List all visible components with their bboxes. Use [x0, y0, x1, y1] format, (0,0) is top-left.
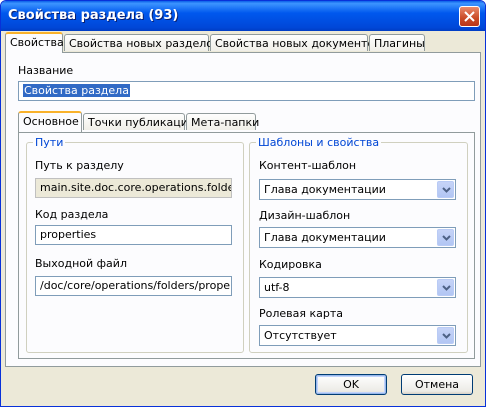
tab-properties[interactable]: Свойства: [5, 32, 64, 53]
design-template-select[interactable]: Глава документации: [259, 227, 456, 248]
chevron-down-icon: [442, 285, 451, 291]
tab-label: Свойства: [10, 36, 64, 49]
encoding-label: Кодировка: [259, 258, 322, 271]
name-field[interactable]: Свойства раздела: [18, 81, 475, 101]
subtab-publication-points[interactable]: Точки публикации: [83, 113, 195, 130]
cancel-button[interactable]: Отмена: [401, 374, 473, 395]
design-template-value: Глава документации: [264, 231, 386, 244]
ok-button[interactable]: OK: [315, 374, 387, 395]
dropdown-arrow-button[interactable]: [437, 229, 454, 246]
tab-label: Плагины: [374, 37, 425, 50]
title-bar[interactable]: Свойства раздела (93): [1, 1, 485, 31]
templates-legend: Шаблоны и свойства: [258, 136, 380, 149]
tab-label: Мета-папки: [191, 116, 260, 129]
role-map-label: Ролевая карта: [259, 307, 344, 320]
chevron-down-icon: [442, 235, 451, 241]
close-button[interactable]: [459, 6, 480, 27]
tab-label: Свойства новых документов: [215, 37, 381, 50]
close-icon: [464, 11, 475, 22]
tab-label: Свойства новых разделов: [69, 37, 220, 50]
dropdown-arrow-button[interactable]: [437, 181, 454, 198]
chevron-down-icon: [442, 187, 451, 193]
subtab-meta-folders[interactable]: Мета-папки: [186, 113, 260, 130]
subtab-general[interactable]: Основное: [18, 111, 82, 132]
section-code-label: Код раздела: [35, 208, 109, 221]
section-code-field[interactable]: properties: [35, 225, 232, 245]
tab-label: Точки публикации: [88, 116, 196, 129]
tab-new-document-properties[interactable]: Свойства новых документов: [210, 34, 381, 51]
properties-dialog: Свойства раздела (93) Свойства Свойства …: [0, 0, 486, 407]
tab-plugins[interactable]: Плагины: [369, 34, 425, 51]
content-template-select[interactable]: Глава документации: [259, 179, 456, 200]
content-template-value: Глава документации: [264, 183, 386, 196]
role-map-select[interactable]: Отсутствует: [259, 325, 456, 346]
dropdown-arrow-button[interactable]: [437, 279, 454, 296]
output-file-label: Выходной файл: [35, 257, 127, 270]
main-tab-panel: Название Свойства раздела Основное Точки…: [5, 52, 481, 367]
encoding-select[interactable]: utf-8: [259, 277, 456, 298]
output-file-field[interactable]: /doc/core/operations/folders/properti: [35, 276, 232, 296]
tab-label: Основное: [23, 115, 79, 128]
role-map-value: Отсутствует: [264, 329, 337, 342]
paths-legend: Пути: [35, 136, 64, 149]
design-template-label: Дизайн-шаблон: [259, 209, 351, 222]
name-label: Название: [18, 64, 74, 77]
tab-new-section-properties[interactable]: Свойства новых разделов: [64, 34, 220, 51]
section-path-label: Путь к разделу: [35, 159, 124, 172]
window-title: Свойства раздела (93): [8, 8, 179, 23]
content-template-label: Контент-шаблон: [259, 159, 357, 172]
general-tab-panel: Пути Путь к разделу main.site.doc.core.o…: [18, 132, 475, 359]
chevron-down-icon: [442, 333, 451, 339]
name-value: Свойства раздела: [23, 84, 130, 97]
section-path-field: main.site.doc.core.operations.folders: [35, 178, 232, 198]
encoding-value: utf-8: [264, 281, 290, 294]
dropdown-arrow-button[interactable]: [437, 327, 454, 344]
